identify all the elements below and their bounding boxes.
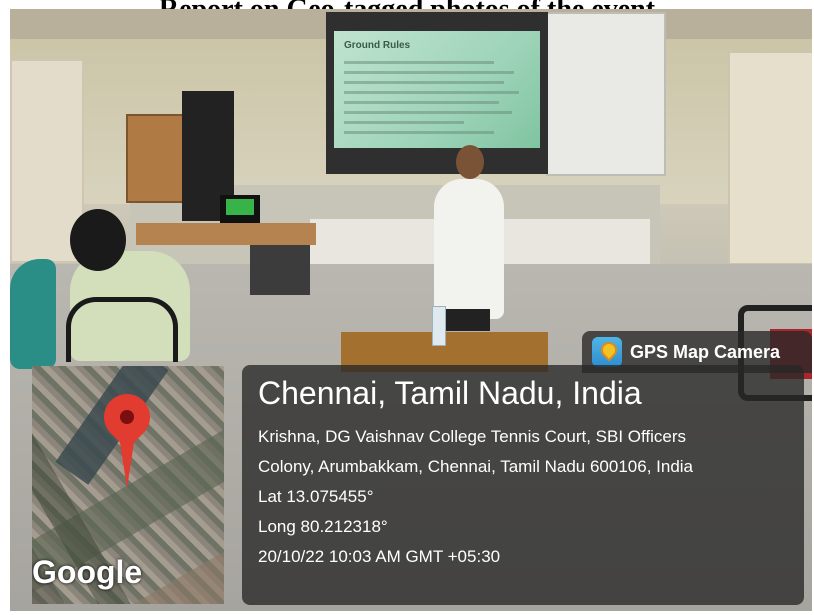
slide-text-line (344, 101, 499, 104)
slide-text-line (344, 81, 504, 84)
water-bottle (432, 306, 446, 346)
address-line-1: Krishna, DG Vaishnav College Tennis Cour… (258, 427, 687, 446)
side-table (136, 223, 316, 245)
map-pin-dot (120, 410, 134, 424)
longitude: Long 80.212318° (258, 517, 388, 536)
slide-text-line (344, 61, 494, 64)
presenter-legs (444, 309, 490, 331)
slide-text-line (344, 71, 514, 74)
address-line-2: Colony, Arumbakkam, Chennai, Tamil Nadu … (258, 457, 694, 476)
chair (66, 297, 178, 362)
slide-text-line (344, 111, 512, 114)
laptop-screen (226, 199, 254, 215)
audience-member-head (70, 209, 126, 271)
map-pin-app-icon (592, 337, 622, 367)
event-photo: Ground Rules GPS Map Camera Google Chenn… (10, 9, 812, 611)
slide-text-line (344, 91, 519, 94)
latitude: Lat 13.075455° (258, 487, 374, 506)
location-info-box: Chennai, Tamil Nadu, India Krishna, DG V… (242, 365, 804, 605)
slide-title: Ground Rules (344, 40, 411, 51)
slide-text-line (344, 131, 494, 134)
slide-text-line (344, 121, 464, 124)
right-door (728, 51, 812, 265)
table-base (250, 245, 310, 295)
presenter-head (456, 145, 484, 179)
presenter (434, 179, 504, 319)
whiteboard (546, 12, 666, 176)
projected-slide: Ground Rules (334, 31, 540, 148)
audience-member (10, 259, 56, 369)
timestamp: 20/10/22 10:03 AM GMT +05:30 (258, 547, 501, 566)
gps-badge-label: GPS Map Camera (630, 341, 781, 362)
map-thumbnail: Google (32, 366, 224, 604)
location-title: Chennai, Tamil Nadu, India (258, 375, 642, 411)
google-logo: Google (32, 554, 143, 590)
